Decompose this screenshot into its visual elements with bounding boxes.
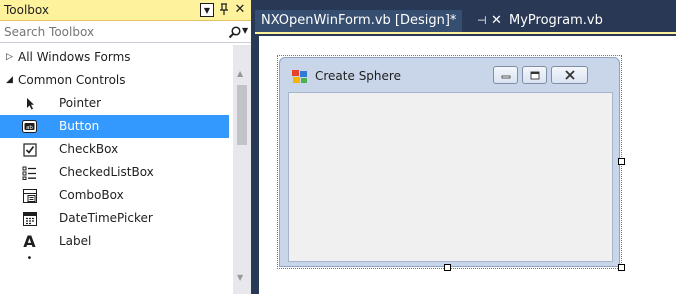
toolbox-title-bar: Toolbox ▼ ✕ [0,0,251,21]
toolbox-scrollbar[interactable]: ▲ ▼ [233,45,251,294]
designed-form[interactable]: Create Sphere [279,57,620,267]
search-icon[interactable] [228,26,242,39]
toolbox-item-label: Label [59,234,92,248]
label-icon: A [23,232,36,251]
scroll-thumb[interactable] [237,85,247,145]
toolbox-search: ▼ [0,22,251,43]
toolbox-item-combobox[interactable]: ComboBox [0,184,229,207]
datetimepicker-icon [22,211,37,226]
combobox-icon [22,188,37,203]
toolbox-item-label: CheckedListBox [59,165,154,179]
toolbox-item-label: ComboBox [59,188,124,202]
close-icon[interactable]: ✕ [233,3,247,17]
tab-nxopenwinform-design[interactable]: NXOpenWinForm.vb [Design]* [255,10,463,32]
toolbox-title: Toolbox [4,3,49,17]
scroll-up-icon[interactable]: ▲ [237,69,243,78]
checkedlistbox-icon [22,165,37,180]
toolbox-item-label: Button [59,119,100,133]
form-app-icon [292,70,308,84]
toolbox-item-label[interactable]: A Label [0,230,229,253]
toolbox-list: ▷ All Windows Forms ◢ Common Controls Po… [0,45,233,294]
toolbox-item-label: Pointer [59,96,102,110]
document-tab-strip: NXOpenWinForm.vb [Design]* ⊣ ✕ MyProgram… [255,0,676,40]
maximize-icon[interactable] [522,66,547,84]
expand-arrow-icon[interactable]: ▷ [6,46,13,69]
toolbox-item-pointer[interactable]: Pointer [0,92,229,115]
checkbox-icon [22,142,37,157]
tab-myprogram[interactable]: MyProgram.vb [509,10,603,32]
minimize-icon[interactable] [493,66,518,84]
collapse-arrow-icon[interactable]: ◢ [6,69,13,92]
form-title: Create Sphere [315,69,401,83]
group-label: All Windows Forms [18,50,131,64]
toolbox-item-label: DateTimePicker [59,211,153,225]
resize-handle-bottom[interactable] [444,264,451,271]
toolbox-item-label: CheckBox [59,142,119,156]
group-all-windows-forms[interactable]: ▷ All Windows Forms [0,46,229,69]
resize-handle-right[interactable] [618,158,625,165]
toolbox-item-datetimepicker[interactable]: DateTimePicker [0,207,229,230]
toolbox-item-partial: • [0,253,229,259]
toolbox-item-button[interactable]: ab Button [0,115,229,138]
pointer-icon [22,96,37,111]
tab-pin-icon[interactable]: ⊣ [477,10,487,32]
tab-close-icon[interactable]: ✕ [491,10,502,32]
search-options-chevron-icon[interactable]: ▼ [242,26,248,35]
search-input[interactable] [0,22,210,42]
pin-icon[interactable] [217,3,231,17]
form-client-area[interactable] [288,92,613,262]
toolbox-item-checkbox[interactable]: CheckBox [0,138,229,161]
group-label: Common Controls [18,73,126,87]
partial-icon: • [26,253,33,259]
toolbox-panel: Toolbox ▼ ✕ ▼ ▷ All Windows Forms ◢ Comm… [0,0,255,294]
window-position-dropdown-icon[interactable]: ▼ [200,3,214,17]
toolbox-item-checkedlistbox[interactable]: CheckedListBox [0,161,229,184]
group-common-controls[interactable]: ◢ Common Controls [0,69,229,92]
close-icon[interactable] [551,66,588,84]
svg-text:ab: ab [26,125,33,131]
active-tab-indicator [255,32,676,34]
resize-handle-bottom-right[interactable] [618,264,625,271]
button-icon: ab [22,119,37,134]
scroll-down-icon[interactable]: ▼ [237,273,243,282]
